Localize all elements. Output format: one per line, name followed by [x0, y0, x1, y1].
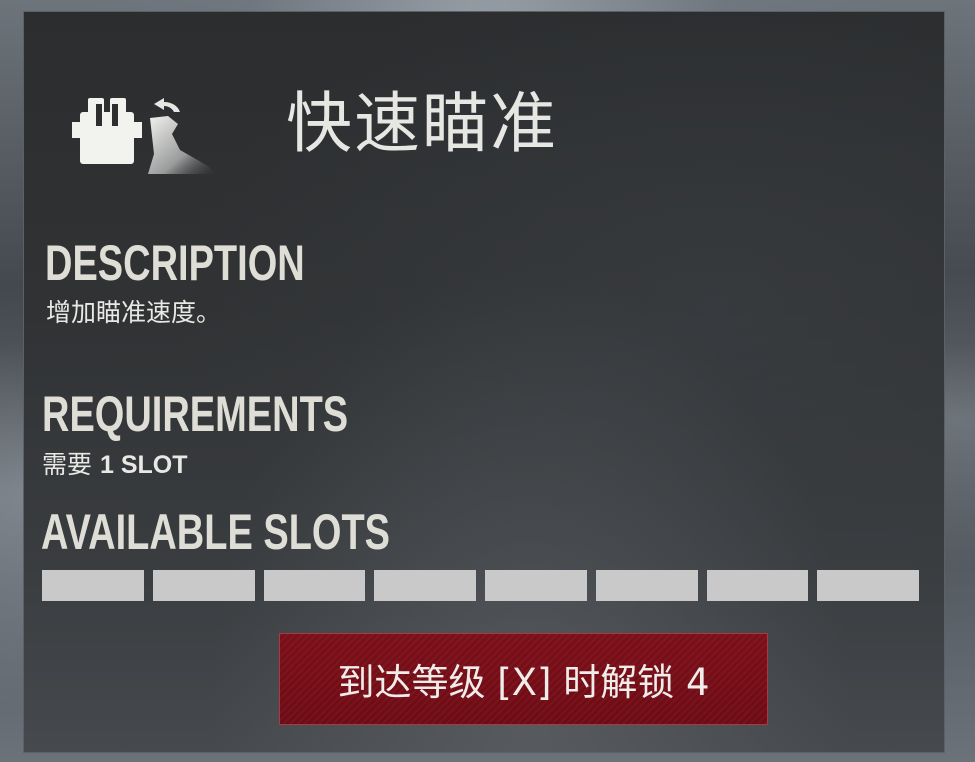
- requirements-value: 1 SLOT: [99, 451, 188, 479]
- description-heading: DESCRIPTION: [45, 235, 305, 291]
- perk-detail-panel: 快速瞄准 DESCRIPTION 增加瞄准速度。 REQUIREMENTS 需要…: [23, 11, 945, 753]
- available-slots-bar: [42, 570, 919, 601]
- slot-segment: [485, 570, 587, 601]
- unlock-at-level-button[interactable]: 到达等级 [X] 时解锁 4: [279, 633, 768, 725]
- slot-segment: [706, 570, 809, 601]
- slot-segment: [374, 570, 476, 601]
- slot-segment: [595, 570, 698, 601]
- unlock-button-label: 到达等级 [X] 时解锁 4: [337, 661, 710, 704]
- requirements-text: 需要 1 SLOT: [42, 450, 187, 480]
- slot-segment: [152, 570, 255, 601]
- iron-sights-aim-speed-icon: [72, 98, 216, 174]
- requirements-heading: REQUIREMENTS: [42, 386, 349, 442]
- requirements-prefix: 需要: [42, 450, 93, 479]
- perk-title: 快速瞄准: [286, 85, 558, 162]
- available-slots-heading: AVAILABLE SLOTS: [41, 504, 391, 560]
- description-text: 增加瞄准速度。: [46, 298, 222, 327]
- slot-segment: [817, 570, 919, 601]
- slot-segment: [42, 570, 144, 601]
- slot-segment: [263, 570, 366, 601]
